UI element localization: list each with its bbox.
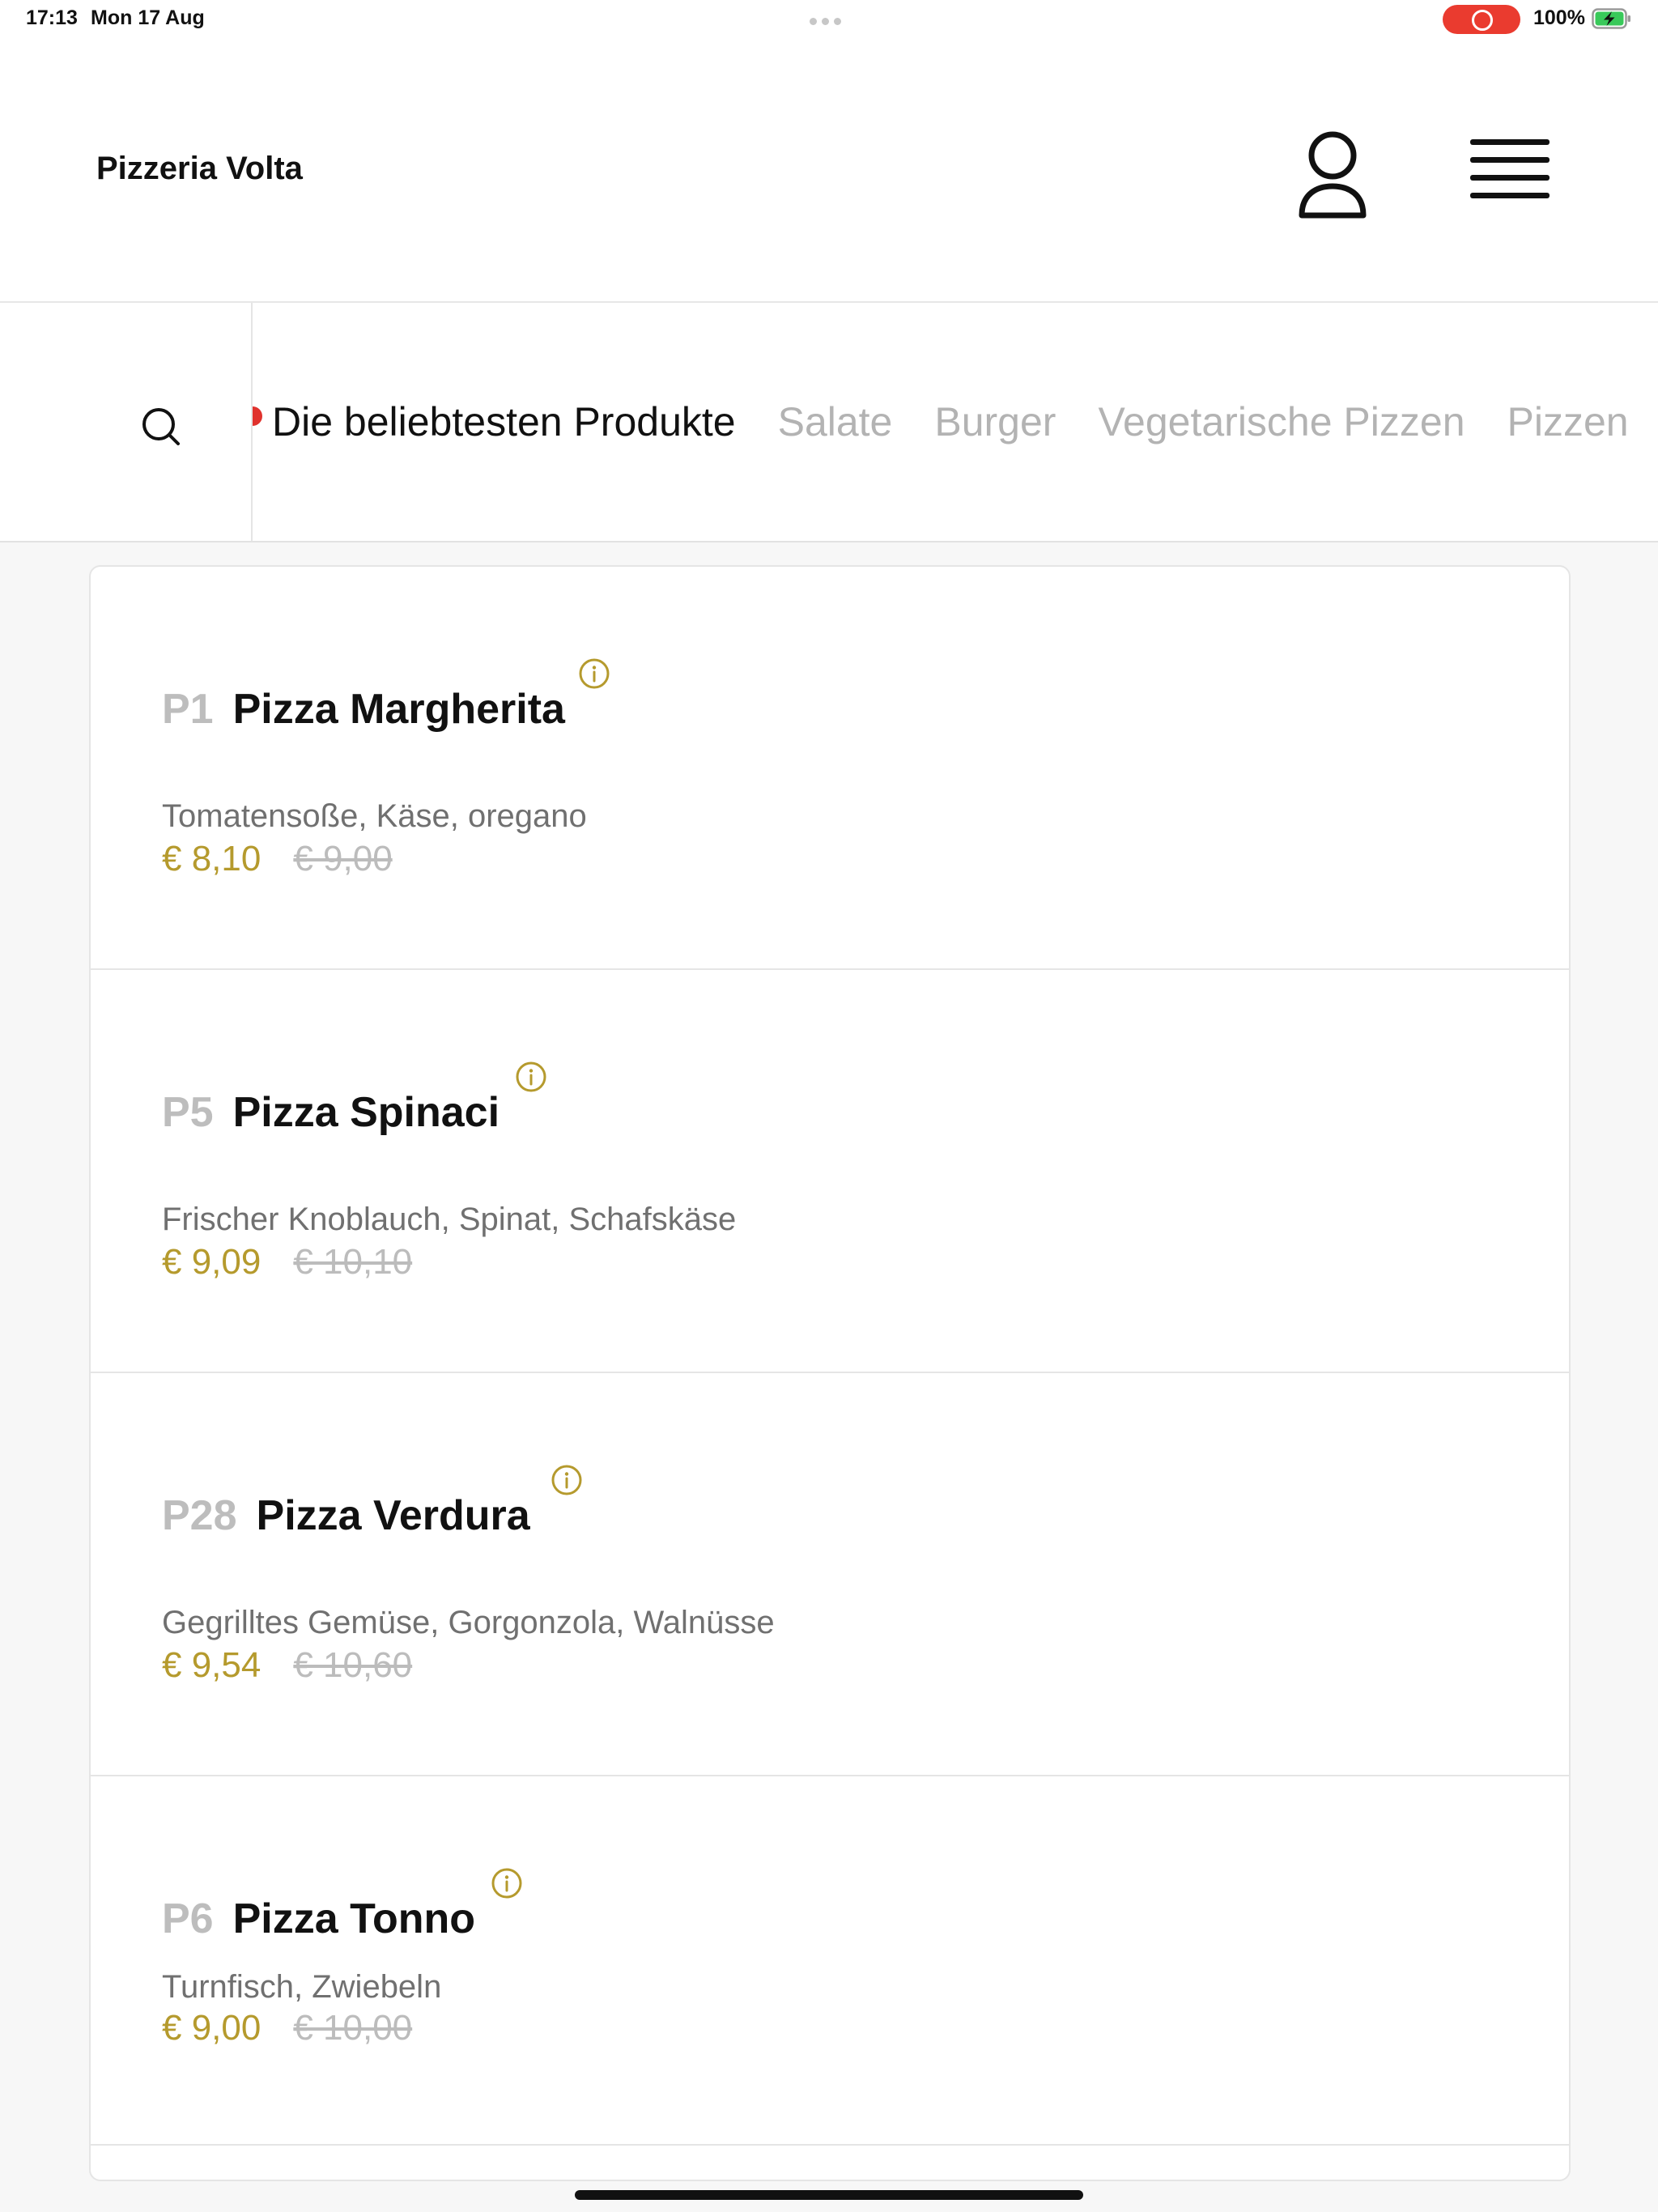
product-item-margherita[interactable]: P1 Pizza Margherita Tomatensoße, Käse, or… xyxy=(91,567,1569,970)
product-item-tonno[interactable]: P6 Pizza Tonno Turnfisch, Zwiebeln € 9,00… xyxy=(91,1776,1569,2146)
product-title: P1 Pizza Margherita xyxy=(162,685,565,734)
old-price: € 10,00 xyxy=(293,2008,413,2048)
screen-recording-indicator[interactable] xyxy=(1443,5,1520,34)
category-tab[interactable]: Die beliebtesten Produkte xyxy=(272,398,736,445)
user-profile-icon xyxy=(1299,131,1367,219)
info-icon[interactable] xyxy=(551,1464,583,1496)
price-line: € 8,10 € 9,00 xyxy=(162,839,393,879)
product-description: Tomatensoße, Käse, oregano xyxy=(162,798,587,834)
product-item-spinaci[interactable]: P5 Pizza Spinaci Frischer Knoblauch, Spin… xyxy=(91,970,1569,1373)
category-scroll-area[interactable]: Die beliebtesten Produkte Salate Burger Veg… xyxy=(253,303,1658,541)
info-icon[interactable] xyxy=(578,657,610,690)
record-icon xyxy=(1472,10,1493,31)
category-tab[interactable]: Pizzen xyxy=(1507,398,1629,445)
old-price: € 9,00 xyxy=(293,839,393,878)
current-price: € 8,10 xyxy=(162,839,261,878)
current-price: € 9,09 xyxy=(162,1242,261,1282)
price-line: € 9,54 € 10,60 xyxy=(162,1645,412,1686)
price-line: € 9,09 € 10,10 xyxy=(162,1242,412,1283)
product-number: P28 xyxy=(162,1492,237,1539)
category-tab[interactable]: Salate xyxy=(778,398,893,445)
product-description: Turnfisch, Zwiebeln xyxy=(162,1969,442,2005)
multitasking-dots-icon[interactable] xyxy=(810,15,848,25)
battery-percent: 100% xyxy=(1533,6,1585,29)
price-line: € 9,00 € 10,00 xyxy=(162,2008,412,2048)
current-price: € 9,00 xyxy=(162,2008,261,2048)
user-profile-button[interactable] xyxy=(1292,126,1373,223)
product-description: Frischer Knoblauch, Spinat, Schafskäse xyxy=(162,1202,737,1237)
product-title: P28 Pizza Verdura xyxy=(162,1491,530,1540)
menu-button[interactable] xyxy=(1464,133,1553,211)
category-tab[interactable]: Vegetarische Pizzen xyxy=(1098,398,1465,445)
product-list: P1 Pizza Margherita Tomatensoße, Käse, or… xyxy=(89,565,1571,2181)
battery-charging-icon xyxy=(1592,8,1630,29)
product-title: P6 Pizza Tonno xyxy=(162,1895,475,1943)
category-tab[interactable]: Burger xyxy=(934,398,1056,445)
category-tabs: Die beliebtesten Produkte Salate Burger Veg… xyxy=(272,398,1658,445)
product-number: P5 xyxy=(162,1089,214,1136)
product-number: P1 xyxy=(162,686,214,733)
search-icon xyxy=(142,408,180,445)
restaurant-name: Pizzeria Volta xyxy=(96,151,303,186)
old-price: € 10,10 xyxy=(293,1242,413,1282)
product-name: Pizza Spinaci xyxy=(232,1089,500,1136)
product-number: P6 xyxy=(162,1895,214,1942)
search-button[interactable] xyxy=(121,387,199,465)
status-time: 17:13 xyxy=(26,6,78,29)
current-price: € 9,54 xyxy=(162,1645,261,1685)
info-icon[interactable] xyxy=(515,1061,547,1093)
product-description: Gegrilltes Gemüse, Gorgonzola, Walnüsse xyxy=(162,1605,775,1640)
product-name: Pizza Tonno xyxy=(232,1895,476,1942)
status-date: Mon 17 Aug xyxy=(91,6,205,29)
status-bar: 17:13 Mon 17 Aug 100% xyxy=(0,0,1658,40)
info-icon[interactable] xyxy=(491,1867,523,1899)
product-name: Pizza Verdura xyxy=(256,1492,530,1539)
home-indicator[interactable] xyxy=(575,2190,1083,2200)
category-bar: Die beliebtesten Produkte Salate Burger Veg… xyxy=(0,303,1658,542)
product-title: P5 Pizza Spinaci xyxy=(162,1088,500,1137)
active-category-marker-icon xyxy=(253,406,262,426)
product-item-verdura[interactable]: P28 Pizza Verdura Gegrilltes Gemüse, Gorg… xyxy=(91,1373,1569,1776)
product-name: Pizza Margherita xyxy=(232,686,565,733)
app-header: Pizzeria Volta xyxy=(0,40,1658,303)
old-price: € 10,60 xyxy=(293,1645,413,1685)
